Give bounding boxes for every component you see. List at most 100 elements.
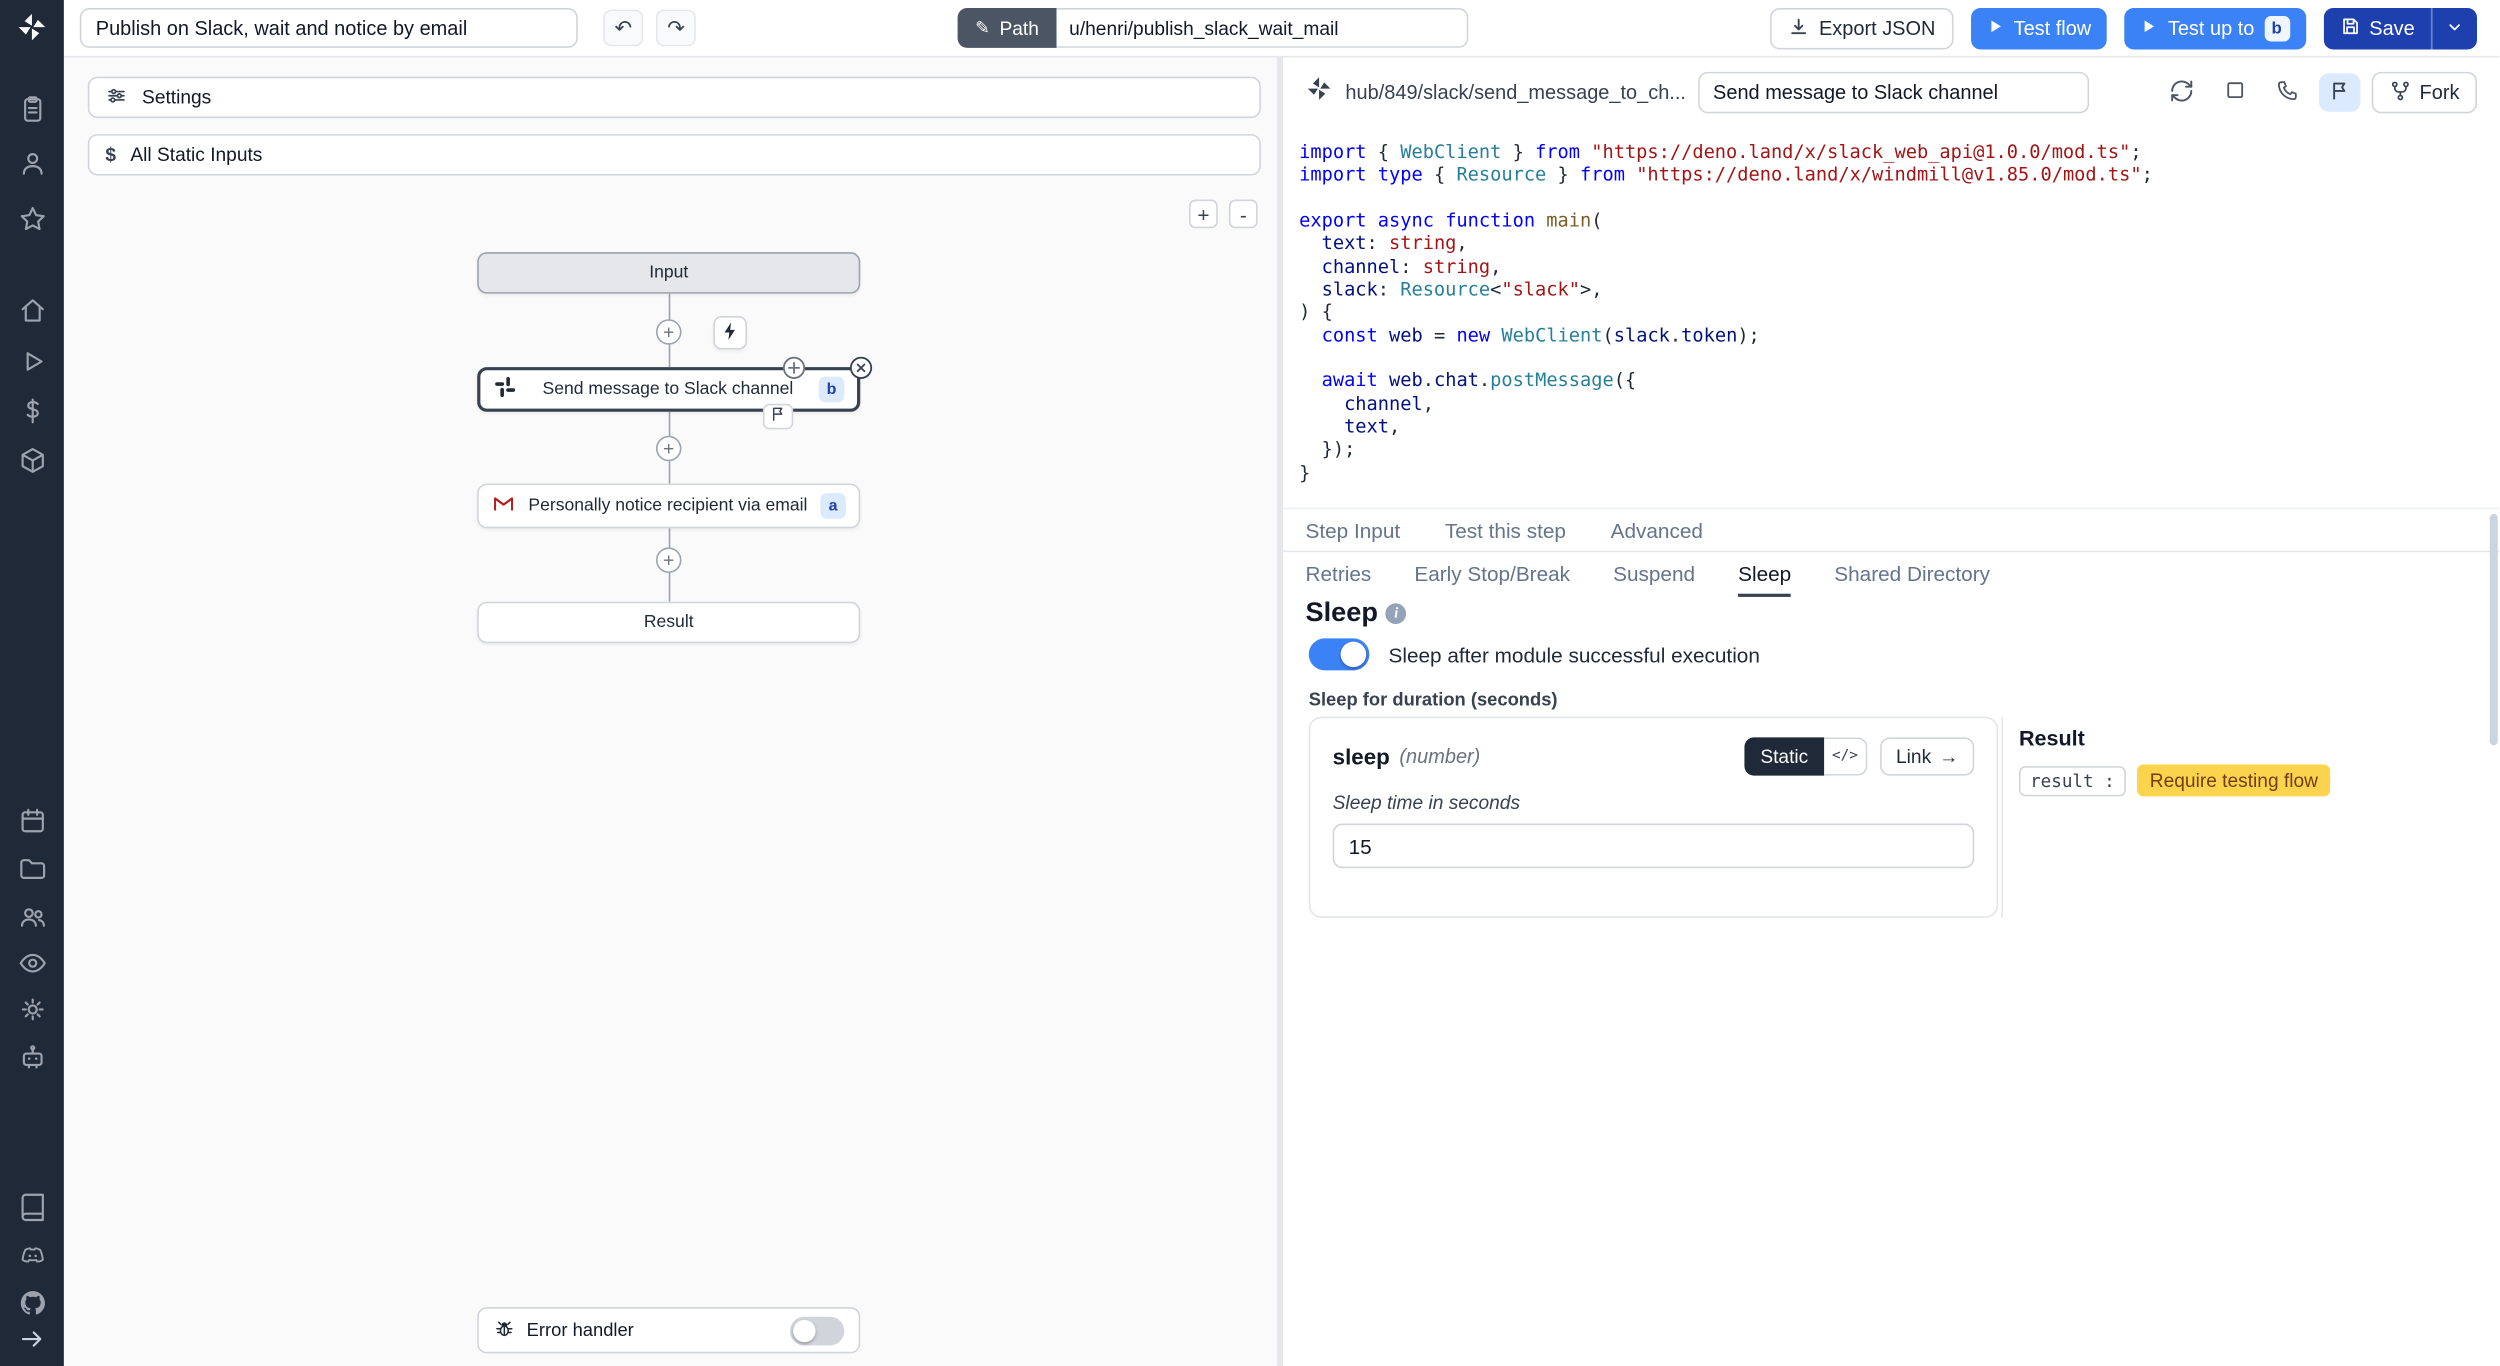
subtab-early-stop-break[interactable]: Early Stop/Break bbox=[1414, 552, 1570, 597]
step-name-input[interactable] bbox=[1699, 72, 2090, 113]
play-icon bbox=[2141, 18, 2159, 40]
error-handler-bar[interactable]: Error handler bbox=[477, 1307, 860, 1353]
eye-icon[interactable] bbox=[16, 946, 48, 978]
sleep-toggle-row: Sleep after module successful execution bbox=[1309, 638, 1760, 670]
zoom-in-button[interactable]: + bbox=[1189, 200, 1218, 229]
advanced-subtabs: Retries Early Stop/Break Suspend Sleep Share… bbox=[1283, 552, 2499, 597]
code-editor[interactable]: import { WebClient } from "https://deno.… bbox=[1283, 128, 2499, 508]
settings-bar-label: Settings bbox=[142, 86, 211, 108]
sleep-toggle-label: Sleep after module successful execution bbox=[1389, 642, 1760, 666]
cube-icon[interactable] bbox=[16, 444, 48, 476]
play-icon[interactable] bbox=[16, 345, 48, 377]
toggle-knob bbox=[793, 1319, 815, 1341]
add-step-button[interactable]: + bbox=[656, 319, 682, 345]
step-detail-panel: hub/849/slack/send_message_to_ch... Fork bbox=[1283, 57, 2499, 1366]
collapse-arrow-icon[interactable] bbox=[16, 1323, 48, 1355]
zoom-out-button[interactable]: - bbox=[1229, 200, 1258, 229]
result-value-badge: Require testing flow bbox=[2137, 764, 2331, 796]
remove-step-button[interactable] bbox=[847, 354, 874, 381]
redo-button[interactable]: ↷ bbox=[656, 10, 696, 47]
dollar-icon[interactable] bbox=[16, 394, 48, 426]
static-mode-button[interactable]: Static bbox=[1744, 737, 1824, 775]
test-up-to-label: Test up to bbox=[2168, 18, 2255, 40]
clipboard-icon[interactable] bbox=[16, 93, 48, 125]
robot-icon[interactable] bbox=[16, 1041, 48, 1073]
phone-icon bbox=[2275, 78, 2299, 107]
tab-advanced[interactable]: Advanced bbox=[1611, 518, 1703, 542]
add-step-button[interactable]: + bbox=[656, 436, 682, 462]
node-slack-badge: b bbox=[819, 377, 845, 403]
test-flow-label: Test flow bbox=[2014, 18, 2092, 40]
info-icon[interactable]: i bbox=[1386, 602, 1407, 623]
subtab-shared-directory[interactable]: Shared Directory bbox=[1834, 552, 1990, 597]
subtab-retries[interactable]: Retries bbox=[1306, 552, 1372, 597]
sliders-icon bbox=[105, 84, 127, 111]
book-icon[interactable] bbox=[16, 1191, 48, 1223]
link-button[interactable]: Link → bbox=[1880, 737, 1974, 775]
code-line: import type { Resource } from "https://d… bbox=[1299, 163, 2499, 186]
windmill-logo-icon[interactable] bbox=[16, 11, 48, 43]
tab-step-input[interactable]: Step Input bbox=[1306, 518, 1401, 542]
reload-script-button[interactable] bbox=[2161, 73, 2202, 111]
node-input-label: Input bbox=[649, 263, 688, 282]
save-group: Save bbox=[2323, 8, 2477, 49]
flag-icon bbox=[769, 402, 787, 431]
sleep-toggle[interactable] bbox=[1309, 638, 1370, 670]
path-input[interactable] bbox=[1056, 8, 1468, 48]
add-step-button[interactable]: + bbox=[656, 547, 682, 573]
node-email-badge: a bbox=[820, 493, 846, 519]
scrollbar-thumb[interactable] bbox=[2490, 514, 2498, 745]
phone-button[interactable] bbox=[2266, 73, 2307, 111]
flow-title-input[interactable] bbox=[80, 8, 578, 48]
export-json-button[interactable]: Export JSON bbox=[1770, 8, 1953, 49]
fork-button[interactable]: Fork bbox=[2372, 72, 2477, 113]
hub-script-path: hub/849/slack/send_message_to_ch... bbox=[1345, 81, 1685, 103]
step-flag-button[interactable] bbox=[763, 404, 793, 430]
subtab-suspend[interactable]: Suspend bbox=[1613, 552, 1695, 597]
sleep-field-name: sleep bbox=[1333, 744, 1390, 770]
code-line: channel: string, bbox=[1299, 255, 2499, 278]
sleep-duration-label: Sleep for duration (seconds) bbox=[1309, 691, 1558, 710]
code-mode-button[interactable]: </> bbox=[1824, 737, 1867, 775]
topbar: ↶ ↷ ✎ Path Export JSON Test flow Test up… bbox=[64, 0, 2499, 57]
undo-button[interactable]: ↶ bbox=[603, 10, 643, 47]
chevron-down-icon bbox=[2445, 17, 2464, 41]
folder-icon[interactable] bbox=[16, 852, 48, 884]
sleep-value-input[interactable] bbox=[1333, 824, 1975, 869]
test-up-to-button[interactable]: Test up to b bbox=[2125, 8, 2306, 49]
download-icon bbox=[1787, 15, 1809, 42]
test-flow-button[interactable]: Test flow bbox=[1971, 8, 2108, 49]
flag-toggle-button[interactable] bbox=[2319, 73, 2360, 111]
calendar-icon[interactable] bbox=[16, 804, 48, 836]
square-icon bbox=[2222, 78, 2246, 107]
save-dropdown-button[interactable] bbox=[2432, 8, 2477, 49]
star-icon[interactable] bbox=[16, 203, 48, 235]
test-up-to-badge: b bbox=[2264, 16, 2290, 42]
save-icon bbox=[2339, 16, 2360, 42]
static-inputs-bar[interactable]: $ All Static Inputs bbox=[88, 134, 1261, 175]
user-icon[interactable] bbox=[16, 147, 48, 179]
path-button[interactable]: ✎ Path bbox=[958, 8, 1057, 48]
static-inputs-label: All Static Inputs bbox=[130, 144, 262, 166]
discord-icon[interactable] bbox=[16, 1238, 48, 1270]
trigger-bolt-button[interactable] bbox=[713, 316, 747, 350]
save-button[interactable]: Save bbox=[2323, 8, 2432, 49]
settings-bar[interactable]: Settings bbox=[88, 77, 1261, 118]
tab-test-this-step[interactable]: Test this step bbox=[1445, 518, 1566, 542]
node-email-step[interactable]: Personally notice recipient via email a bbox=[477, 484, 860, 529]
subtab-sleep[interactable]: Sleep bbox=[1738, 552, 1791, 597]
gear-icon[interactable] bbox=[16, 993, 48, 1025]
node-input[interactable]: Input bbox=[477, 252, 860, 293]
code-line: }); bbox=[1299, 438, 2499, 461]
move-step-button[interactable] bbox=[780, 354, 807, 381]
code-line: const web = new WebClient(slack.token); bbox=[1299, 324, 2499, 347]
github-icon[interactable] bbox=[16, 1286, 48, 1318]
diff-view-button[interactable] bbox=[2214, 73, 2255, 111]
gmail-icon bbox=[492, 492, 516, 521]
home-icon[interactable] bbox=[16, 294, 48, 326]
error-handler-toggle[interactable] bbox=[790, 1316, 844, 1345]
users-icon[interactable] bbox=[16, 900, 48, 932]
node-result[interactable]: Result bbox=[477, 602, 860, 643]
code-line: text: string, bbox=[1299, 232, 2499, 255]
sleep-heading-text: Sleep bbox=[1306, 597, 1378, 629]
